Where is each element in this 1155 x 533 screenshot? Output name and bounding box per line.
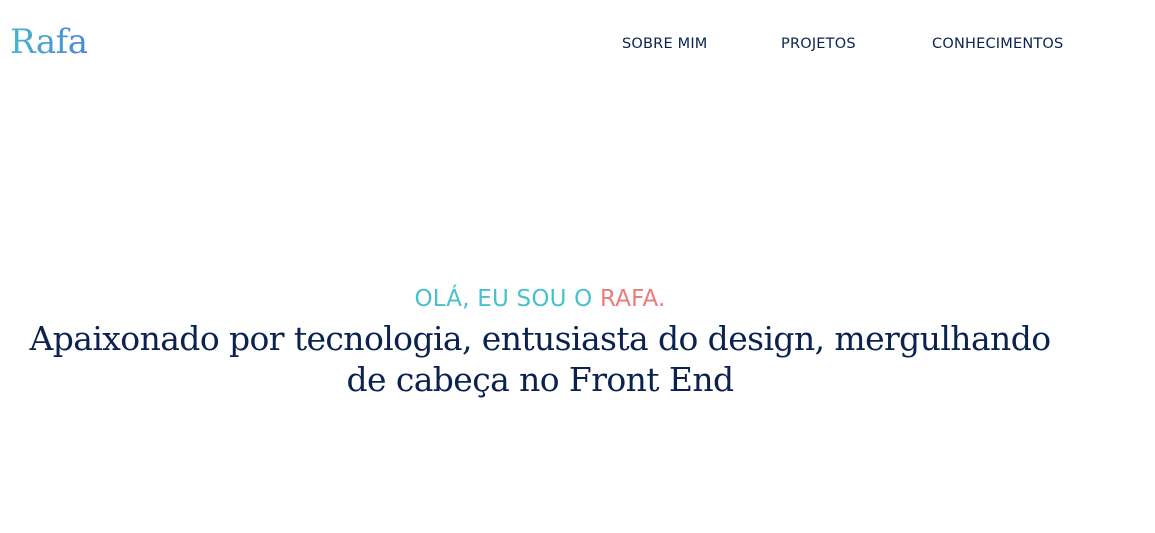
greeting-prefix: OLÁ, EU SOU O [414,286,600,312]
nav-link-conhecimentos[interactable]: CONHECIMENTOS [932,33,1063,55]
hero-section: OLÁ, EU SOU O RAFA. Apaixonado por tecno… [0,282,1080,400]
greeting-name: RAFA. [600,286,666,312]
hero-headline: Apaixonado por tecnologia, entusiasta do… [29,319,1052,399]
main-nav: SOBRE MIM PROJETOS CONHECIMENTOS [0,33,1155,55]
hero-greeting: OLÁ, EU SOU O RAFA. [0,282,1080,316]
nav-link-sobre-mim[interactable]: SOBRE MIM [622,33,708,55]
nav-link-projetos[interactable]: PROJETOS [781,33,856,55]
